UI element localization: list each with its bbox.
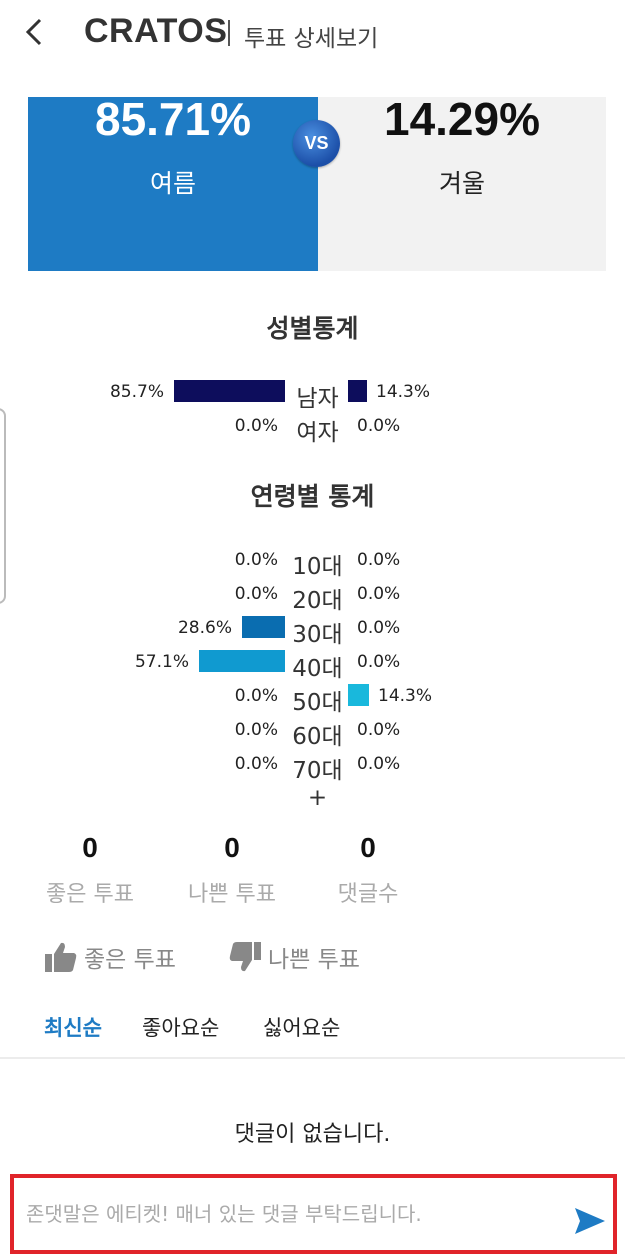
stat-category-label: 30대 (292, 622, 343, 648)
comment-composer (10, 1174, 617, 1254)
stat-row: 남자 85.7% 14.3% (0, 376, 625, 412)
app-brand: CRATOS (84, 12, 228, 50)
stat-row: 70대+ 0.0% 0.0% (0, 748, 625, 811)
age-stats-title: 연령별 통계 (250, 482, 375, 511)
send-icon (575, 1208, 605, 1234)
thumbs-up-icon (45, 942, 77, 972)
stat-category-label: 50대 (292, 690, 343, 716)
stat-category-label: 20대 (292, 588, 343, 614)
stat-category-label: 남자 (296, 386, 339, 412)
option-right-percent: 14.29% (383, 93, 540, 145)
stat-right-value: 0.0% (357, 618, 401, 638)
stat-row: 10대 0.0% 0.0% (0, 544, 625, 580)
stat-left-value: 0.0% (234, 550, 278, 570)
stat-row: 40대 57.1% 0.0% (0, 646, 625, 682)
stat-left-value: 0.0% (234, 686, 278, 706)
stat-right-value: 0.0% (357, 584, 401, 604)
stat-left-bar (242, 616, 285, 638)
stat-right-value: 0.0% (357, 416, 401, 436)
sort-tab-latest[interactable]: 최신순 (44, 1012, 102, 1042)
stat-category-label: 여자 (296, 420, 339, 446)
comment-count: 0 (360, 832, 376, 863)
option-left-percent: 85.71% (94, 93, 251, 145)
stat-row: 20대 0.0% 0.0% (0, 578, 625, 614)
stat-category-label: 70대+ (292, 758, 343, 811)
empty-comments-message: 댓글이 없습니다. (234, 1122, 391, 1147)
good-vote-count-label: 좋은 투표 (46, 882, 134, 907)
header-divider (228, 20, 230, 46)
stat-row: 50대 0.0% 14.3% (0, 680, 625, 716)
stat-left-value: 0.0% (234, 416, 278, 436)
comment-count-label: 댓글수 (337, 882, 399, 907)
stat-right-value: 0.0% (357, 754, 401, 774)
stat-right-value: 14.3% (376, 382, 431, 402)
stat-category-label: 10대 (292, 554, 343, 580)
like-button[interactable]: 좋은 투표 (44, 940, 176, 974)
dislike-button-label: 나쁜 투표 (268, 947, 360, 973)
send-button[interactable] (573, 1206, 607, 1236)
section-divider (0, 1057, 625, 1059)
option-left-label: 여름 (149, 169, 196, 198)
stat-right-value: 0.0% (357, 550, 401, 570)
stat-row: 30대 28.6% 0.0% (0, 612, 625, 648)
page-title: 투표 상세보기 (244, 26, 379, 52)
stat-left-value: 0.0% (234, 584, 278, 604)
stat-right-bar (348, 380, 367, 402)
stat-left-value: 57.1% (134, 652, 189, 672)
like-button-label: 좋은 투표 (84, 947, 176, 973)
stat-left-value: 0.0% (234, 720, 278, 740)
stat-right-value: 14.3% (378, 686, 433, 706)
bad-vote-count: 0 (224, 832, 240, 863)
stat-left-value: 0.0% (234, 754, 278, 774)
gender-stats-title: 성별통계 (266, 314, 359, 343)
sort-tab-most-disliked[interactable]: 싫어요순 (263, 1012, 340, 1042)
stat-row: 여자 0.0% 0.0% (0, 410, 625, 446)
stat-left-value: 85.7% (109, 382, 164, 402)
thumbs-down-icon (229, 942, 261, 972)
sort-tab-most-liked[interactable]: 좋아요순 (142, 1012, 219, 1042)
comment-input[interactable] (26, 1196, 566, 1232)
stat-right-value: 0.0% (357, 652, 401, 672)
stat-category-label: 60대 (292, 724, 343, 750)
stat-category-label: 40대 (292, 656, 343, 682)
stat-left-value: 28.6% (177, 618, 232, 638)
stat-row: 60대 0.0% 0.0% (0, 714, 625, 750)
option-right-label: 겨울 (438, 169, 485, 198)
chevron-left-icon (25, 18, 42, 46)
stat-left-bar (174, 380, 285, 402)
stat-right-value: 0.0% (357, 720, 401, 740)
good-vote-count: 0 (82, 832, 98, 863)
bad-vote-count-label: 나쁜 투표 (188, 882, 276, 907)
stat-right-bar (348, 684, 369, 706)
vs-badge: VS (293, 120, 340, 167)
back-button[interactable] (20, 14, 50, 50)
stat-left-bar (199, 650, 285, 672)
dislike-button[interactable]: 나쁜 투표 (228, 940, 360, 974)
